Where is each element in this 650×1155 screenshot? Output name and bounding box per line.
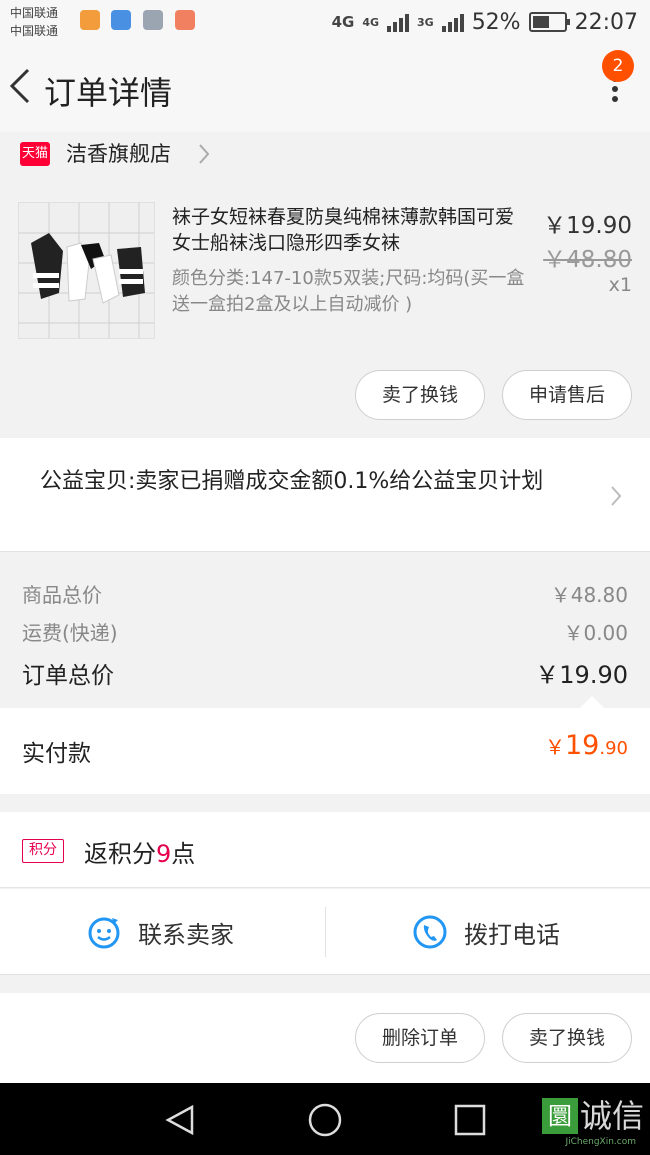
sell-for-cash-button-footer[interactable]: 卖了换钱 — [502, 1013, 632, 1063]
caret-up — [580, 696, 604, 708]
points-prefix: 返积分 — [84, 840, 156, 868]
phone-icon — [413, 915, 447, 949]
signal-icon — [387, 12, 409, 32]
shipping-value: ￥0.00 — [563, 621, 628, 645]
chat-face-icon — [88, 917, 120, 949]
carrier-2: 中国联通 — [10, 24, 59, 38]
battery-icon — [528, 12, 570, 32]
weibo-notification-icon — [80, 10, 100, 30]
product-title[interactable]: 袜子女短袜春夏防臭纯棉袜薄款韩国可爱女士船袜浅口隐形四季女袜 — [172, 204, 532, 256]
nav-recents-icon[interactable] — [453, 1103, 487, 1137]
page-title: 订单详情 — [44, 74, 173, 112]
actual-payment-label: 实付款 — [22, 741, 91, 767]
network-type-3: 3G — [417, 15, 434, 29]
product-quantity: x1 — [608, 274, 632, 296]
apply-aftersale-button[interactable]: 申请售后 — [502, 370, 632, 420]
charity-row[interactable]: 公益宝贝:卖家已捐赠成交金额0.1%给公益宝贝计划 — [0, 438, 650, 552]
tmall-icon: 天猫 — [20, 142, 50, 166]
gallery-notification-icon — [143, 10, 163, 30]
shipping-row: 运费(快递) ￥0.00 — [22, 617, 628, 646]
watermark-url: JiChengXin.com — [565, 1137, 636, 1147]
goods-total-row: 商品总价 ￥48.80 — [22, 579, 628, 608]
network-type-2: 4G — [362, 15, 379, 29]
action-footer: 删除订单 卖了换钱 — [0, 993, 650, 1083]
notification-badge: 2 — [602, 50, 634, 82]
product-thumbnail[interactable] — [18, 202, 155, 339]
camera-notification-icon — [175, 10, 195, 30]
points-number: 9 — [156, 840, 172, 868]
divider — [325, 907, 326, 957]
call-phone-label: 拨打电话 — [464, 920, 560, 949]
points-row: 积分 返积分9点 — [0, 812, 650, 888]
app-header: 订单详情 2 — [0, 44, 650, 132]
watermark-text: 诚信 — [579, 1097, 644, 1135]
watermark-logo: 圜 — [541, 1098, 578, 1134]
clock: 22:07 — [574, 9, 638, 35]
contact-seller-label: 联系卖家 — [138, 920, 234, 949]
product-item[interactable]: 袜子女短袜春夏防臭纯棉袜薄款韩国可爱女士船袜浅口隐形四季女袜 颜色分类:147-… — [0, 190, 650, 438]
sell-for-cash-button[interactable]: 卖了换钱 — [355, 370, 485, 420]
charity-text: 公益宝贝:卖家已捐赠成交金额0.1%给公益宝贝计划 — [40, 469, 544, 494]
chevron-right-icon — [199, 144, 210, 164]
order-total-label: 订单总价 — [22, 662, 114, 689]
product-price: ￥19.90 — [543, 213, 632, 239]
call-phone-button[interactable]: 拨打电话 — [412, 889, 560, 975]
product-original-price: ￥48.80 — [543, 247, 632, 273]
price-summary: 商品总价 ￥48.80 运费(快递) ￥0.00 订单总价 ￥19.90 — [0, 553, 650, 708]
chevron-right-icon — [611, 486, 622, 506]
health-notification-icon — [111, 10, 131, 30]
paid-integer: 19 — [565, 730, 600, 761]
status-bar: 中国联通 中国联通 4G 4G 3G 52% 22:07 — [0, 0, 650, 44]
goods-total-value: ￥48.80 — [550, 583, 628, 607]
signal-icon-2 — [441, 12, 464, 32]
system-nav-bar: 圜 诚信 JiChengXin.com — [0, 1083, 650, 1155]
contact-bar: 联系卖家 拨打电话 — [0, 889, 650, 975]
nav-back-icon[interactable] — [164, 1103, 198, 1137]
order-total-row: 订单总价 ￥19.90 — [22, 655, 628, 690]
shipping-label: 运费(快递) — [22, 621, 118, 645]
goods-total-label: 商品总价 — [22, 583, 102, 607]
back-icon[interactable] — [8, 66, 32, 106]
paid-decimal: .90 — [599, 738, 628, 759]
shop-row[interactable]: 天猫 洁香旗舰店 — [0, 132, 650, 190]
shop-name[interactable]: 洁香旗舰店 — [66, 138, 171, 168]
carrier-1: 中国联通 — [10, 6, 59, 20]
points-tag: 积分 — [22, 839, 64, 863]
contact-seller-button[interactable]: 联系卖家 — [86, 889, 234, 975]
points-text: 返积分9点 — [84, 834, 195, 869]
network-type-1: 4G — [331, 13, 355, 31]
points-suffix: 点 — [171, 840, 196, 868]
actual-payment-value: ￥19.90 — [545, 730, 628, 761]
watermark: 圜 诚信 — [541, 1097, 644, 1135]
status-icons: 4G 4G 3G 52% 22:07 — [332, 6, 638, 38]
nav-home-icon[interactable] — [307, 1102, 343, 1138]
carrier-info: 中国联通 中国联通 — [10, 4, 58, 40]
battery-percent: 52% — [471, 9, 521, 35]
actual-payment-row: 实付款 ￥19.90 — [0, 708, 650, 794]
paid-currency: ￥ — [545, 735, 565, 759]
socks-image — [19, 203, 154, 338]
order-total-value: ￥19.90 — [535, 661, 628, 689]
product-spec: 颜色分类:147-10款5双装;尺码:均码(买一盒送一盒拍2盒及以上自动减价 ) — [172, 268, 525, 315]
delete-order-button[interactable]: 删除订单 — [355, 1013, 485, 1063]
